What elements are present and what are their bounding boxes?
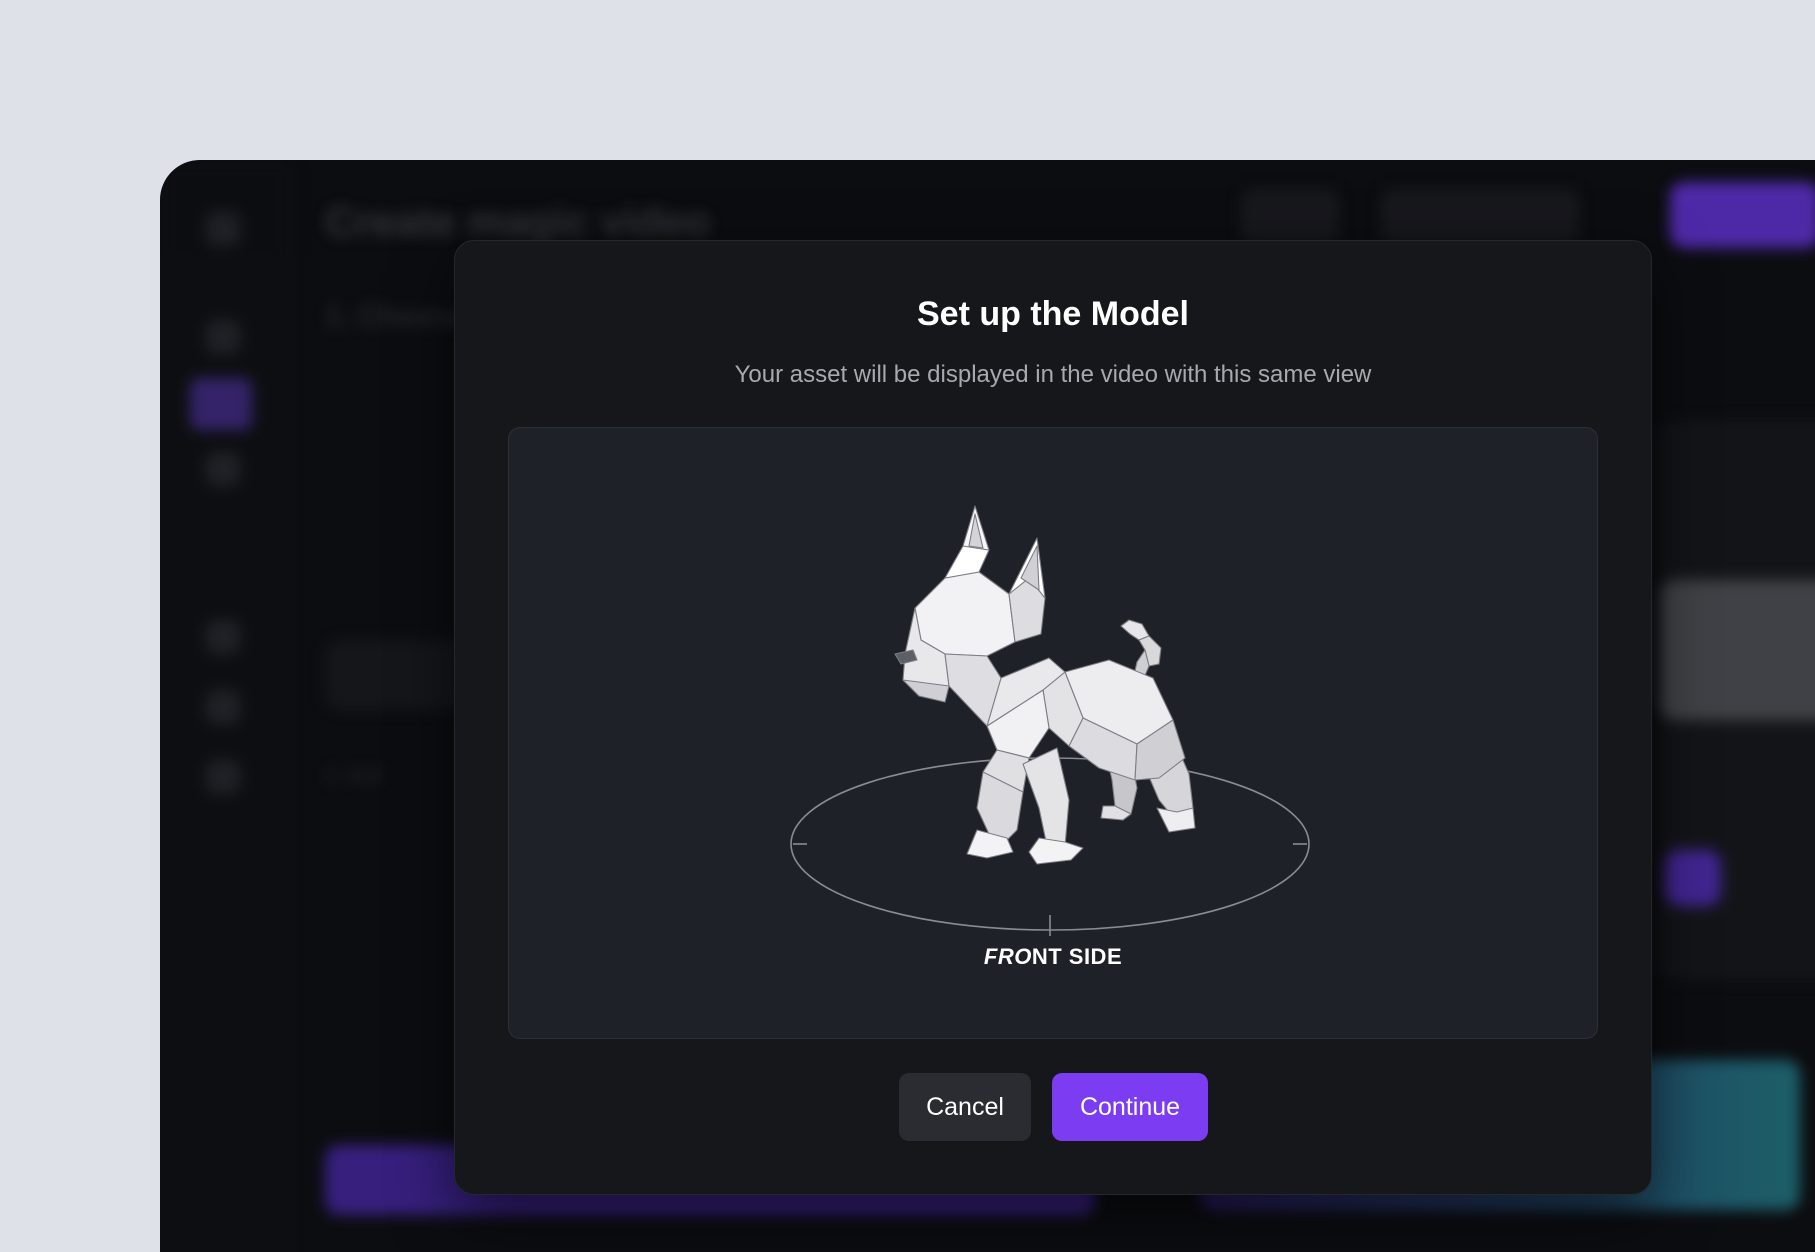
app-preview-image xyxy=(1660,580,1815,720)
header-primary-button xyxy=(1670,182,1815,248)
help-icon xyxy=(206,620,240,654)
video-icon xyxy=(190,378,252,430)
model-viewport[interactable]: FRONT SIDE xyxy=(508,427,1598,1039)
dialog-title: Set up the Model xyxy=(917,295,1189,333)
home-icon xyxy=(206,320,240,354)
setup-model-dialog: Set up the Model Your asset will be disp… xyxy=(454,240,1652,1195)
header-pill-1 xyxy=(1240,188,1340,244)
front-side-label-italic: FRO xyxy=(983,944,1032,969)
library-icon xyxy=(206,452,240,486)
app-section-heading-2: 2. Add xyxy=(325,765,382,787)
avatar xyxy=(206,760,240,794)
header-pill-2 xyxy=(1380,188,1580,244)
menu-icon xyxy=(206,212,240,246)
settings-icon xyxy=(206,690,240,724)
cancel-button[interactable]: Cancel xyxy=(899,1073,1031,1141)
app-page-title: Create magic video xyxy=(325,198,711,245)
continue-button[interactable]: Continue xyxy=(1052,1073,1208,1141)
app-section-heading: 1. Choose xyxy=(325,300,469,333)
front-side-label-rest: NT SIDE xyxy=(1031,944,1123,969)
app-card xyxy=(325,640,465,710)
dialog-subtitle: Your asset will be displayed in the vide… xyxy=(734,361,1372,388)
app-sidebar xyxy=(160,160,295,1252)
app-toggle xyxy=(1665,850,1721,906)
front-side-label: FRONT SIDE xyxy=(509,944,1597,970)
